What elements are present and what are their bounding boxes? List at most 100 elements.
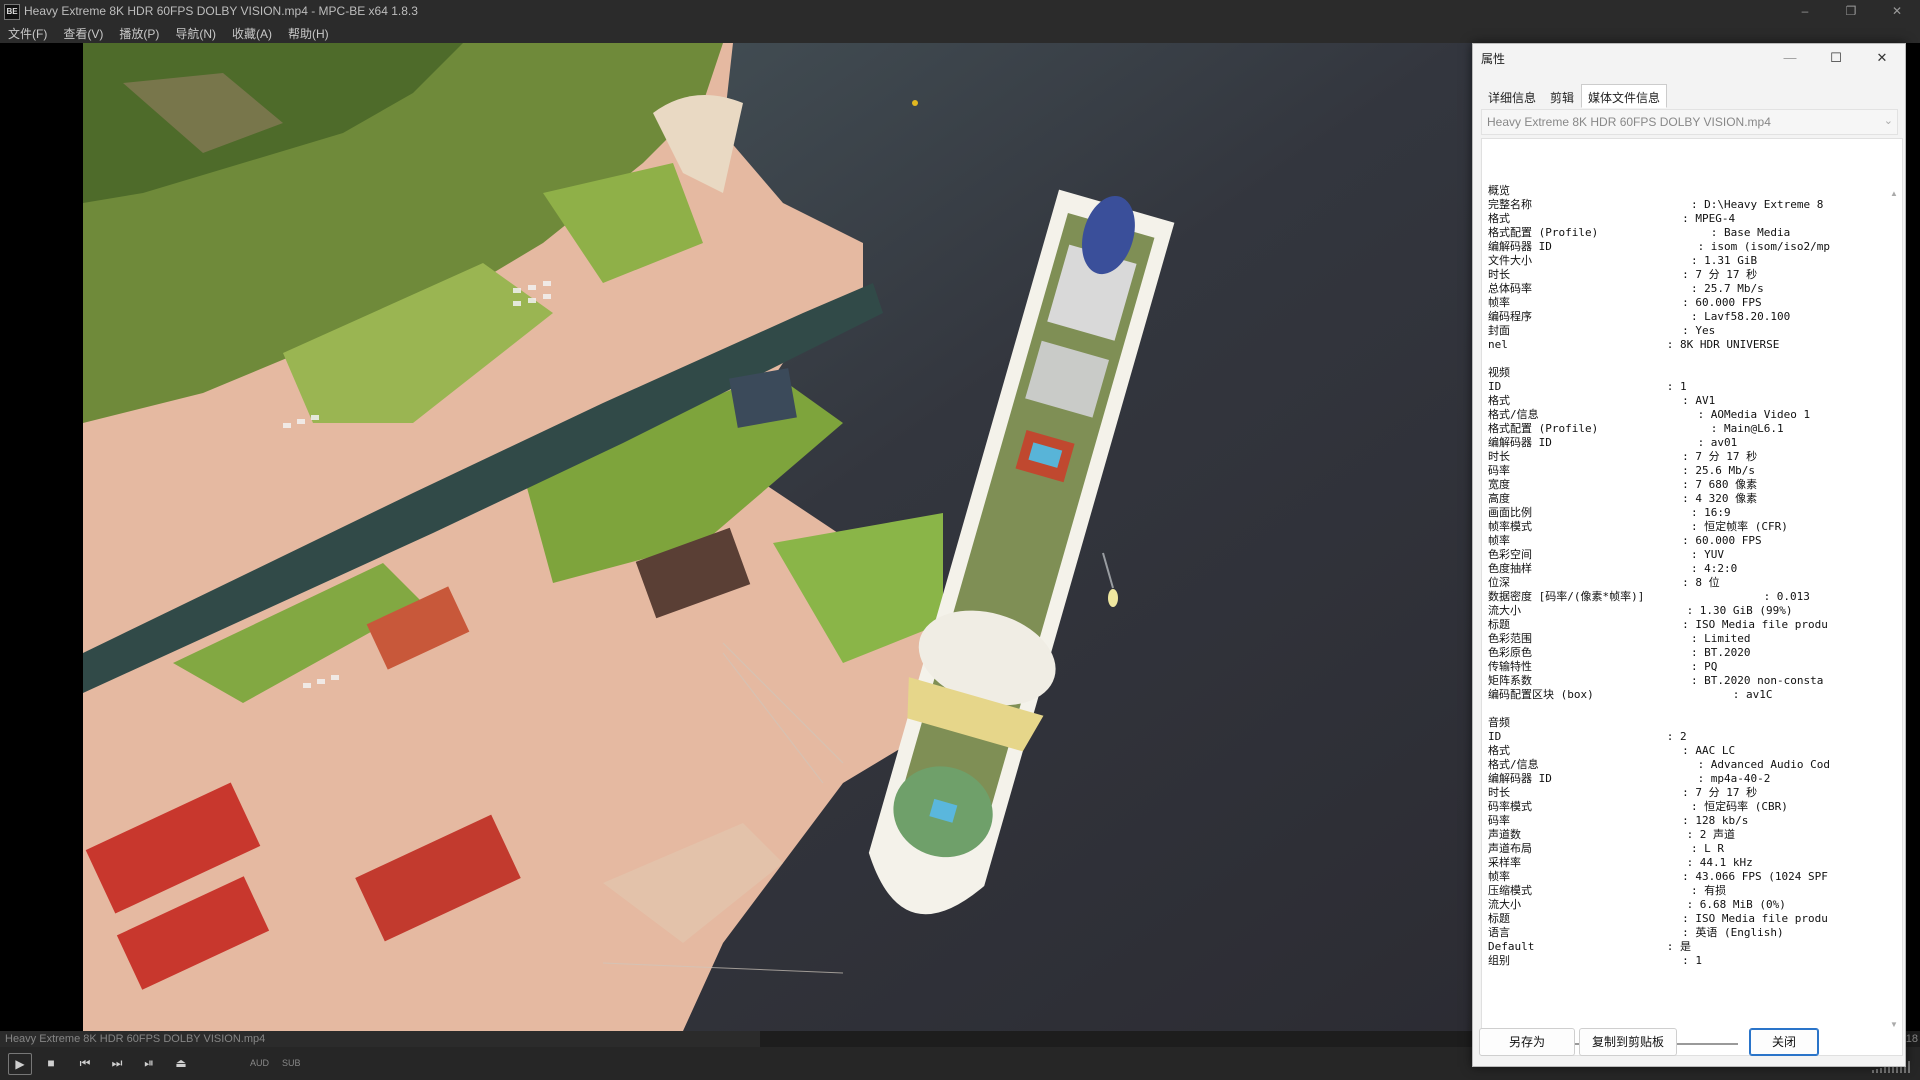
mediainfo-line: 流大小 : 6.68 MiB (0%) bbox=[1488, 898, 1786, 911]
mediainfo-line: 码率模式 : 恒定码率 (CBR) bbox=[1488, 800, 1788, 813]
mediainfo-line: 编码配置区块 (box) : av1C bbox=[1488, 688, 1773, 701]
mediainfo-line: 编码程序 : Lavf58.20.100 bbox=[1488, 310, 1791, 323]
minimize-button[interactable]: – bbox=[1782, 0, 1828, 22]
scroll-down-icon[interactable]: ▼ bbox=[1890, 1020, 1898, 1029]
scroll-up-icon[interactable]: ▲ bbox=[1890, 189, 1898, 198]
menu-help[interactable]: 帮助(H) bbox=[280, 22, 337, 43]
mediainfo-line: 色彩空间 : YUV bbox=[1488, 548, 1725, 561]
previous-button[interactable]: ⏮ bbox=[74, 1053, 96, 1073]
maximize-button[interactable]: ❐ bbox=[1828, 0, 1874, 22]
mediainfo-line: 总体码率 : 25.7 Mb/s bbox=[1488, 282, 1764, 295]
mediainfo-line: ID : 1 bbox=[1488, 380, 1687, 393]
dialog-maximize-button[interactable]: ☐ bbox=[1813, 44, 1859, 72]
mediainfo-line: 完整名称 : D:\Heavy Extreme 8 bbox=[1488, 198, 1824, 211]
mediainfo-line: 格式配置 (Profile) : Base Media bbox=[1488, 226, 1791, 239]
mediainfo-line: 标题 : ISO Media file produ bbox=[1488, 912, 1828, 925]
mediainfo-line: 色度抽样 : 4:2:0 bbox=[1488, 562, 1738, 575]
mediainfo-line: 压缩模式 : 有损 bbox=[1488, 884, 1727, 897]
dialog-close-icon[interactable]: ✕ bbox=[1859, 44, 1905, 72]
mediainfo-line: 帧率 : 60.000 FPS bbox=[1488, 534, 1762, 547]
audio-track-label[interactable]: AUD bbox=[250, 1058, 269, 1068]
mediainfo-line bbox=[1488, 702, 1880, 716]
menu-file[interactable]: 文件(F) bbox=[0, 22, 55, 43]
tab-clip[interactable]: 剪辑 bbox=[1543, 84, 1581, 108]
seek-progress[interactable] bbox=[0, 1031, 761, 1047]
mediainfo-line: 语言 : 英语 (English) bbox=[1488, 926, 1784, 939]
window-titlebar: BE Heavy Extreme 8K HDR 60FPS DOLBY VISI… bbox=[0, 0, 1920, 22]
mediainfo-line: 格式配置 (Profile) : Main@L6.1 bbox=[1488, 422, 1784, 435]
tab-mediainfo[interactable]: 媒体文件信息 bbox=[1581, 84, 1668, 108]
small-boat bbox=[1108, 589, 1118, 607]
dialog-tabs: 详细信息 剪辑 媒体文件信息 bbox=[1481, 84, 1668, 108]
eject-button[interactable]: ⏏ bbox=[170, 1053, 192, 1073]
mediainfo-line: 宽度 : 7 680 像素 bbox=[1488, 478, 1758, 491]
mediainfo-line: 格式/信息 : AOMedia Video 1 bbox=[1488, 408, 1811, 421]
mediainfo-line: 编解码器 ID : isom (isom/iso2/mp bbox=[1488, 240, 1831, 253]
mediainfo-line: 流大小 : 1.30 GiB (99%) bbox=[1488, 604, 1793, 617]
mediainfo-line: 标题 : ISO Media file produ bbox=[1488, 618, 1828, 631]
mediainfo-line: ID : 2 bbox=[1488, 730, 1687, 743]
mediainfo-line: 传输特性 : PQ bbox=[1488, 660, 1718, 673]
menu-view[interactable]: 查看(V) bbox=[55, 22, 111, 43]
play-button[interactable]: ▶ bbox=[8, 1053, 32, 1075]
mediainfo-line: 组别 : 1 bbox=[1488, 954, 1703, 967]
mediainfo-line: 格式 : AAC LC bbox=[1488, 744, 1736, 757]
dialog-title: 属性 bbox=[1481, 52, 1506, 66]
app-icon: BE bbox=[4, 4, 20, 20]
mediainfo-line: 位深 : 8 位 bbox=[1488, 576, 1720, 589]
mediainfo-line: 码率 : 25.6 Mb/s bbox=[1488, 464, 1756, 477]
properties-dialog: 属性 — ☐ ✕ 详细信息 剪辑 媒体文件信息 Heavy Extreme 8K… bbox=[1472, 43, 1906, 1067]
frame-step-button[interactable]: ⏯ bbox=[138, 1053, 160, 1073]
mediainfo-line: 时长 : 7 分 17 秒 bbox=[1488, 786, 1758, 799]
menubar: 文件(F) 查看(V) 播放(P) 导航(N) 收藏(A) 帮助(H) bbox=[0, 22, 1920, 43]
menu-play[interactable]: 播放(P) bbox=[111, 22, 167, 43]
mediainfo-line: 帧率 : 43.066 FPS (1024 SPF bbox=[1488, 870, 1828, 883]
mediainfo-line: 色彩原色 : BT.2020 bbox=[1488, 646, 1751, 659]
mediainfo-line: 帧率模式 : 恒定帧率 (CFR) bbox=[1488, 520, 1788, 533]
mediainfo-line: 时长 : 7 分 17 秒 bbox=[1488, 268, 1758, 281]
mediainfo-line: 数据密度 [码率/(像素*帧率)] : 0.013 bbox=[1488, 590, 1810, 603]
mediainfo-line: 高度 : 4 320 像素 bbox=[1488, 492, 1758, 505]
copy-to-clipboard-button[interactable]: 复制到剪贴板 bbox=[1579, 1028, 1677, 1056]
file-selector[interactable]: Heavy Extreme 8K HDR 60FPS DOLBY VISION.… bbox=[1481, 109, 1898, 135]
mediainfo-line: 封面 : Yes bbox=[1488, 324, 1716, 337]
mediainfo-line: 编解码器 ID : mp4a-40-2 bbox=[1488, 772, 1771, 785]
mediainfo-line: 采样率 : 44.1 kHz bbox=[1488, 856, 1753, 869]
mediainfo-line: 格式 : AV1 bbox=[1488, 394, 1716, 407]
video-frame bbox=[83, 43, 1473, 1031]
mediainfo-panel[interactable]: 概览 完整名称 : D:\Heavy Extreme 8 格式 : MPEG-4 格式… bbox=[1481, 138, 1903, 1056]
video-picture bbox=[83, 43, 1473, 1031]
window-title: Heavy Extreme 8K HDR 60FPS DOLBY VISION.… bbox=[24, 4, 418, 18]
tab-details[interactable]: 详细信息 bbox=[1481, 84, 1543, 108]
subtitle-track-label[interactable]: SUB bbox=[282, 1058, 301, 1068]
mediainfo-line: 格式/信息 : Advanced Audio Cod bbox=[1488, 758, 1831, 771]
next-button[interactable]: ⏭ bbox=[106, 1053, 128, 1073]
stop-button[interactable]: ■ bbox=[40, 1053, 62, 1073]
mediainfo-line: 码率 : 128 kb/s bbox=[1488, 814, 1749, 827]
close-button[interactable]: ✕ bbox=[1874, 0, 1920, 22]
mediainfo-line: 时长 : 7 分 17 秒 bbox=[1488, 450, 1758, 463]
vertical-scrollbar[interactable]: ▲ ▼ bbox=[1890, 189, 1900, 1029]
mediainfo-line: 编解码器 ID : av01 bbox=[1488, 436, 1738, 449]
mediainfo-text: 概览 完整名称 : D:\Heavy Extreme 8 格式 : MPEG-4 格式… bbox=[1488, 184, 1880, 984]
mediainfo-line: 声道布局 : L R bbox=[1488, 842, 1725, 855]
mediainfo-line: 帧率 : 60.000 FPS bbox=[1488, 296, 1762, 309]
status-count: 18 bbox=[1905, 1033, 1918, 1045]
dialog-minimize-button[interactable]: — bbox=[1767, 44, 1813, 72]
mediainfo-line: 声道数 : 2 声道 bbox=[1488, 828, 1736, 841]
mediainfo-line: 格式 : MPEG-4 bbox=[1488, 212, 1736, 225]
mediainfo-line: 色彩范围 : Limited bbox=[1488, 632, 1751, 645]
menu-navigate[interactable]: 导航(N) bbox=[167, 22, 224, 43]
mediainfo-line: 矩阵系数 : BT.2020 non-consta bbox=[1488, 674, 1824, 687]
mediainfo-line: 视频 bbox=[1488, 366, 1510, 379]
save-as-button[interactable]: 另存为 bbox=[1479, 1028, 1575, 1056]
mediainfo-line: 音频 bbox=[1488, 716, 1510, 729]
mediainfo-line: 文件大小 : 1.31 GiB bbox=[1488, 254, 1758, 267]
menu-favorites[interactable]: 收藏(A) bbox=[224, 22, 280, 43]
mediainfo-line: 概览 bbox=[1488, 184, 1510, 197]
mediainfo-line: nel : 8K HDR UNIVERSE bbox=[1488, 338, 1780, 351]
close-dialog-button[interactable]: 关闭 bbox=[1749, 1028, 1819, 1056]
file-selector-value: Heavy Extreme 8K HDR 60FPS DOLBY VISION.… bbox=[1487, 115, 1771, 129]
mediainfo-line: 画面比例 : 16:9 bbox=[1488, 506, 1731, 519]
mediainfo-line: Default : 是 bbox=[1488, 940, 1692, 953]
